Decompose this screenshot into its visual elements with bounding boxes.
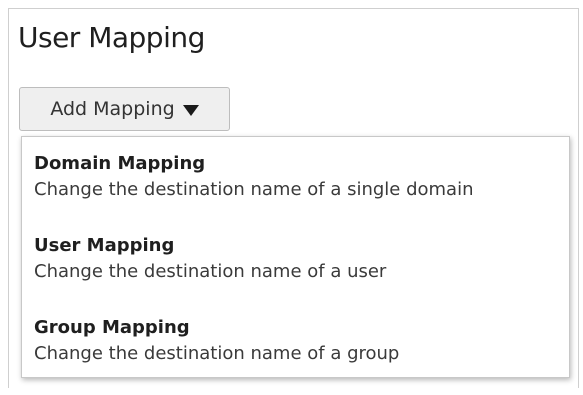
- caret-down-icon: [182, 104, 199, 116]
- menu-item-user-mapping[interactable]: User Mapping Change the destination name…: [22, 231, 569, 313]
- add-mapping-button-label: Add Mapping: [50, 98, 175, 120]
- menu-item-description: Change the destination name of a single …: [34, 179, 474, 200]
- add-mapping-dropdown-menu: Domain Mapping Change the destination na…: [21, 136, 570, 378]
- menu-item-description: Change the destination name of a group: [34, 343, 400, 364]
- menu-item-title: Domain Mapping: [34, 153, 206, 174]
- menu-item-description: Change the destination name of a user: [34, 261, 387, 282]
- menu-item-domain-mapping[interactable]: Domain Mapping Change the destination na…: [22, 149, 569, 231]
- menu-item-group-mapping[interactable]: Group Mapping Change the destination nam…: [22, 313, 569, 395]
- menu-item-title: User Mapping: [34, 235, 175, 256]
- page-title: User Mapping: [18, 21, 205, 54]
- menu-item-title: Group Mapping: [34, 317, 190, 338]
- add-mapping-button[interactable]: Add Mapping: [19, 87, 230, 131]
